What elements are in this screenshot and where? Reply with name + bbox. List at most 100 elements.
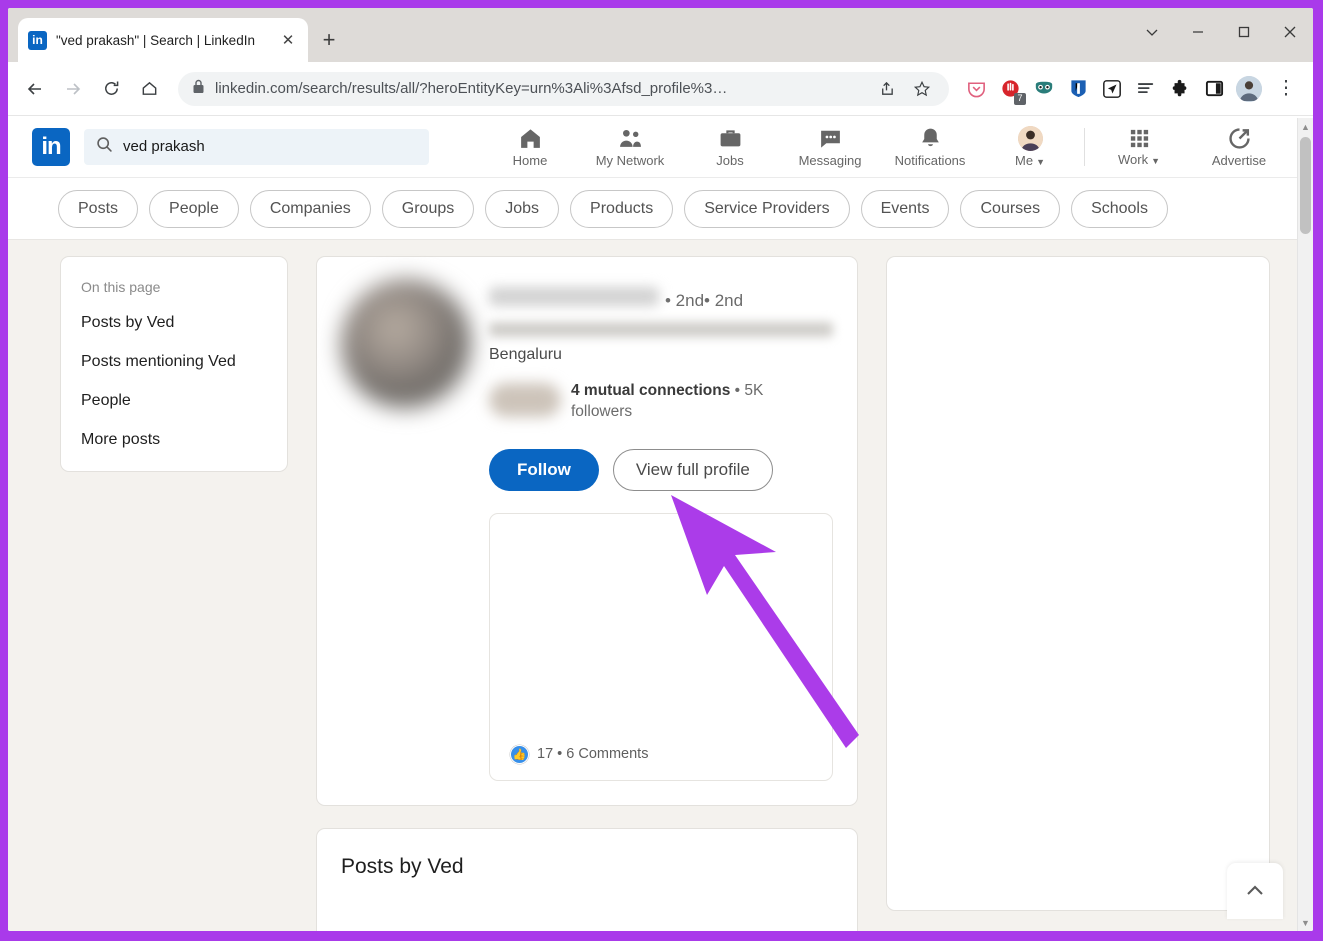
search-input[interactable]: ved prakash bbox=[84, 128, 429, 165]
adblock-badge: 7 bbox=[1014, 92, 1026, 105]
nav-item-my-network[interactable]: My Network bbox=[580, 120, 680, 174]
on-this-page-card: On this page Posts by Ved Posts mentioni… bbox=[60, 256, 288, 472]
browser-toolbar: linkedin.com/search/results/all/?heroEnt… bbox=[8, 62, 1313, 116]
back-icon[interactable] bbox=[18, 72, 52, 106]
browser-profile-avatar[interactable] bbox=[1236, 75, 1262, 102]
padlock-icon bbox=[192, 79, 205, 99]
nav-label: Notifications bbox=[894, 152, 966, 168]
right-rail-card bbox=[886, 256, 1270, 911]
nav-item-home[interactable]: Home bbox=[480, 120, 580, 174]
url-text: linkedin.com/search/results/all/?heroEnt… bbox=[215, 80, 728, 97]
close-window-icon[interactable] bbox=[1267, 8, 1313, 56]
nav-label: Jobs bbox=[716, 152, 744, 168]
profile-hero-card: • 2nd• 2nd Bengaluru 4 mutual connection… bbox=[316, 256, 858, 806]
profile-location: Bengaluru bbox=[489, 346, 562, 363]
follow-button[interactable]: Follow bbox=[489, 448, 599, 491]
search-filter-pills: Posts People Companies Groups Jobs Produ… bbox=[8, 178, 1313, 240]
window-controls bbox=[1129, 8, 1313, 56]
reload-icon[interactable] bbox=[94, 72, 128, 106]
nav-item-messaging[interactable]: Messaging bbox=[780, 120, 880, 174]
sidebar-item-posts-by-ved[interactable]: Posts by Ved bbox=[81, 314, 267, 332]
featured-post-preview[interactable]: 👍 17 • 6 Comments bbox=[489, 512, 833, 781]
close-tab-icon[interactable]: ✕ bbox=[278, 30, 298, 50]
nav-label: Messaging bbox=[798, 152, 862, 168]
home-icon[interactable] bbox=[132, 72, 166, 106]
scroll-down-arrow-icon[interactable]: ▼ bbox=[1301, 914, 1310, 931]
nav-label: My Network bbox=[595, 152, 665, 168]
filter-pill-companies[interactable]: Companies bbox=[249, 189, 371, 228]
search-input-value: ved prakash bbox=[123, 138, 205, 155]
side-panel-icon[interactable] bbox=[1199, 72, 1229, 106]
scroll-to-top-button[interactable] bbox=[1227, 863, 1283, 919]
maximize-icon[interactable] bbox=[1221, 8, 1267, 56]
me-avatar bbox=[1017, 125, 1043, 151]
send-extension-icon[interactable] bbox=[1097, 72, 1127, 106]
nav-label: Home bbox=[512, 152, 548, 168]
mutual-count: 4 mutual connections bbox=[571, 382, 731, 399]
filter-pill-products[interactable]: Products bbox=[570, 189, 674, 228]
browser-window: in "ved prakash" | Search | LinkedIn ✕ + bbox=[8, 8, 1313, 931]
nav-label: Advertise bbox=[1211, 152, 1267, 168]
browser-tab[interactable]: in "ved prakash" | Search | LinkedIn ✕ bbox=[18, 18, 308, 62]
puzzle-extensions-icon[interactable] bbox=[1165, 72, 1195, 106]
filter-pill-courses[interactable]: Courses bbox=[960, 189, 1061, 228]
pocket-extension-icon[interactable] bbox=[961, 72, 991, 106]
page-scrollbar[interactable]: ▲ ▼ bbox=[1297, 118, 1313, 931]
adblock-extension-icon[interactable]: 7 bbox=[995, 72, 1026, 106]
filter-pill-jobs[interactable]: Jobs bbox=[485, 189, 560, 228]
nav-item-work[interactable]: Work ▼ bbox=[1089, 120, 1189, 174]
filter-pill-people[interactable]: People bbox=[149, 189, 239, 228]
filter-pill-events[interactable]: Events bbox=[860, 189, 950, 228]
tab-search-icon[interactable] bbox=[1129, 8, 1175, 56]
post-reactions-text: 17 • 6 Comments bbox=[537, 746, 649, 763]
filter-pill-posts[interactable]: Posts bbox=[58, 189, 139, 228]
new-tab-button[interactable]: + bbox=[314, 25, 344, 55]
sidebar-item-more-posts[interactable]: More posts bbox=[81, 431, 267, 449]
search-results-page: On this page Posts by Ved Posts mentioni… bbox=[8, 240, 1313, 931]
nav-label: Work ▼ bbox=[1117, 151, 1161, 167]
sidebar-item-posts-mentioning-ved[interactable]: Posts mentioning Ved bbox=[81, 353, 267, 371]
chevron-down-icon: ▼ bbox=[1036, 156, 1045, 167]
connection-degree: • 2nd• 2nd bbox=[665, 291, 744, 310]
browser-menu-icon[interactable]: ⋮ bbox=[1269, 72, 1303, 106]
linkedin-favicon-icon: in bbox=[28, 30, 47, 50]
minimize-icon[interactable] bbox=[1175, 8, 1221, 56]
password-manager-extension-icon[interactable] bbox=[1063, 72, 1093, 106]
linkedin-logo-icon[interactable]: in bbox=[32, 127, 70, 166]
right-rail bbox=[886, 256, 1270, 931]
linkedin-global-nav: in ved prakash Home My Network Jobs Mess… bbox=[8, 116, 1313, 178]
nav-item-notifications[interactable]: Notifications bbox=[880, 120, 980, 174]
nav-label: Me ▼ bbox=[1015, 152, 1045, 168]
nav-item-jobs[interactable]: Jobs bbox=[680, 120, 780, 174]
address-bar[interactable]: linkedin.com/search/results/all/?heroEnt… bbox=[178, 71, 949, 106]
post-social-counts[interactable]: 👍 17 • 6 Comments bbox=[510, 744, 649, 764]
tab-strip: in "ved prakash" | Search | LinkedIn ✕ + bbox=[8, 8, 1313, 62]
nav-item-advertise[interactable]: Advertise bbox=[1189, 120, 1289, 174]
filter-pill-groups[interactable]: Groups bbox=[381, 189, 475, 228]
nav-divider bbox=[1084, 127, 1085, 166]
privacy-mask-extension-icon[interactable] bbox=[1029, 72, 1059, 106]
main-results-column: • 2nd• 2nd Bengaluru 4 mutual connection… bbox=[316, 256, 858, 931]
profile-name-redacted[interactable] bbox=[489, 287, 659, 306]
scroll-up-arrow-icon[interactable]: ▲ bbox=[1301, 118, 1310, 135]
mutual-connection-avatars bbox=[489, 383, 561, 417]
view-full-profile-button[interactable]: View full profile bbox=[612, 448, 773, 491]
on-this-page-title: On this page bbox=[81, 279, 161, 295]
scrollbar-thumb[interactable] bbox=[1300, 137, 1311, 234]
profile-actions: Follow View full profile bbox=[341, 448, 833, 491]
posts-by-ved-card: Posts by Ved bbox=[316, 827, 858, 931]
sidebar-item-people[interactable]: People bbox=[81, 392, 267, 410]
mutual-connections-text[interactable]: 4 mutual connections • 5K followers bbox=[571, 381, 801, 423]
filter-pill-service-providers[interactable]: Service Providers bbox=[684, 189, 850, 228]
profile-headline-redacted bbox=[489, 322, 833, 337]
forward-icon[interactable] bbox=[56, 72, 90, 106]
bookmark-star-icon[interactable] bbox=[909, 76, 935, 102]
nav-items: Home My Network Jobs Messaging Notificat… bbox=[480, 120, 1289, 174]
filter-pill-schools[interactable]: Schools bbox=[1071, 189, 1168, 228]
share-icon[interactable] bbox=[873, 76, 899, 102]
profile-photo[interactable] bbox=[341, 279, 471, 409]
reading-list-extension-icon[interactable] bbox=[1131, 72, 1161, 106]
tab-title: "ved prakash" | Search | LinkedIn bbox=[56, 32, 255, 48]
thumbs-up-icon: 👍 bbox=[510, 744, 529, 764]
nav-item-me[interactable]: Me ▼ bbox=[980, 120, 1080, 174]
